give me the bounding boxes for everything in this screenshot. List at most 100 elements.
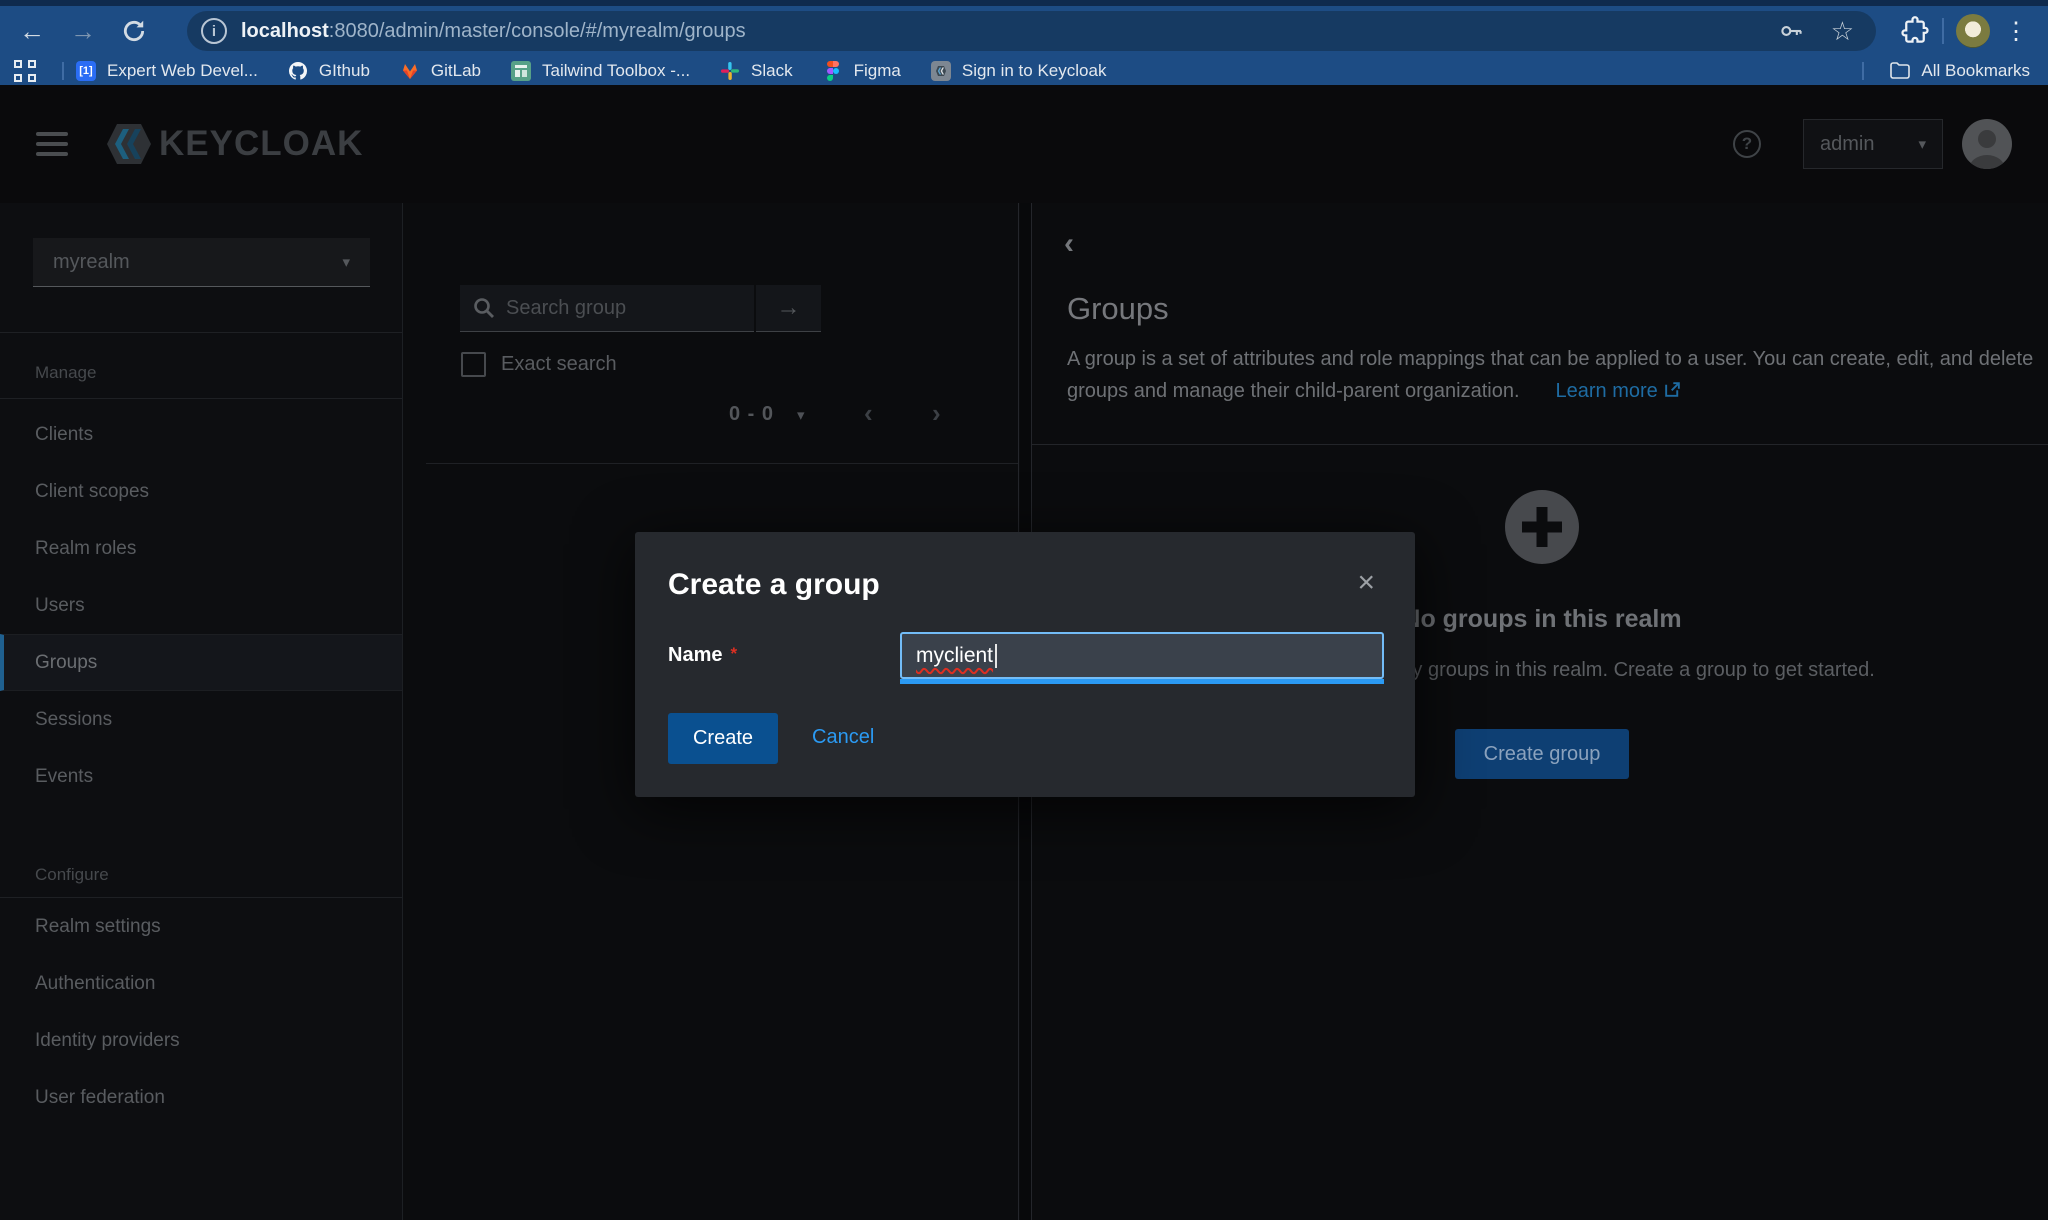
exact-search-row: Exact search	[461, 352, 617, 377]
close-icon[interactable]: ×	[1357, 568, 1375, 598]
learn-more-label: Learn more	[1556, 380, 1658, 402]
cancel-button[interactable]: Cancel	[812, 726, 874, 749]
sidebar-item-authentication[interactable]: Authentication	[0, 955, 402, 1012]
sidebar-item-client-scopes[interactable]: Client scopes	[0, 463, 402, 520]
bookmark-github[interactable]: GIthub	[288, 61, 370, 81]
bookmark-slack[interactable]: Slack	[720, 61, 793, 81]
external-link-icon	[1663, 380, 1682, 399]
screen: ← → i localhost:8080/admin/master/consol…	[0, 0, 2048, 1220]
bookmark-tailwind-toolbox[interactable]: Tailwind Toolbox -...	[511, 61, 690, 81]
masthead-right: ? admin ▾	[1733, 119, 2048, 169]
bookmark-label: Figma	[854, 61, 901, 81]
sidebar-item-events[interactable]: Events	[0, 748, 402, 805]
username: admin	[1820, 133, 1874, 156]
bookmarks-separator	[62, 62, 64, 80]
create-group-modal: Create a group × Name* myclient Create C…	[635, 532, 1415, 797]
bookmark-label: Expert Web Devel...	[107, 61, 258, 81]
chevron-down-icon: ▾	[342, 253, 350, 271]
name-field-value: myclient	[916, 644, 993, 668]
browser-chrome: ← → i localhost:8080/admin/master/consol…	[0, 0, 2048, 85]
search-input[interactable]: Search group	[460, 285, 754, 332]
exact-search-checkbox[interactable]	[461, 352, 486, 377]
groups-description: A group is a set of attributes and role …	[1067, 343, 2047, 407]
page-title: Groups	[1067, 291, 1169, 327]
site-info-icon[interactable]: i	[201, 18, 227, 44]
search-icon	[472, 296, 496, 320]
keycloak-brand: KEYCLOAK	[105, 122, 363, 166]
user-dropdown[interactable]: admin ▾	[1803, 119, 1943, 169]
extensions-icon[interactable]	[1900, 16, 1930, 46]
realm-name: myrealm	[53, 251, 130, 274]
realm-selector[interactable]: myrealm ▾	[33, 238, 370, 287]
keycloak-masthead: KEYCLOAK ? admin ▾	[0, 85, 2048, 203]
bookmark-label: Sign in to Keycloak	[962, 61, 1107, 81]
all-bookmarks-separator	[1862, 62, 1864, 80]
slack-favicon	[720, 61, 740, 81]
bookmark-gitlab[interactable]: GitLab	[400, 61, 481, 81]
sidebar-item-clients[interactable]: Clients	[0, 406, 402, 463]
bookmark-keycloak[interactable]: Sign in to Keycloak	[931, 61, 1107, 81]
bookmark-label: GitLab	[431, 61, 481, 81]
manage-nav-list: Clients Client scopes Realm roles Users …	[0, 406, 402, 805]
sidebar-item-realm-roles[interactable]: Realm roles	[0, 520, 402, 577]
bookmarks-bar: [1] Expert Web Devel... GIthub GitLab T	[0, 56, 2048, 85]
name-field[interactable]: myclient	[900, 632, 1384, 679]
sidebar-item-groups[interactable]: Groups	[0, 634, 402, 691]
expert-web-favicon: [1]	[76, 61, 96, 81]
name-label: Name*	[668, 644, 737, 667]
sidebar-item-sessions[interactable]: Sessions	[0, 691, 402, 748]
pagination-range[interactable]: 0 - 0	[729, 403, 774, 426]
folder-icon	[1890, 61, 1910, 81]
github-favicon	[288, 61, 308, 81]
back-icon[interactable]: ←	[14, 13, 50, 49]
exact-search-label: Exact search	[501, 353, 617, 376]
all-bookmarks-label: All Bookmarks	[1921, 61, 2030, 81]
chevron-down-icon: ▾	[1918, 135, 1926, 153]
url-bar[interactable]: i localhost:8080/admin/master/console/#/…	[187, 11, 1876, 51]
gitlab-favicon	[400, 61, 420, 81]
sidebar-item-users[interactable]: Users	[0, 577, 402, 634]
toolbar-separator	[1942, 18, 1944, 44]
pagination-next-icon[interactable]: ›	[932, 398, 941, 429]
sidebar-item-identity-providers[interactable]: Identity providers	[0, 1012, 402, 1069]
forward-icon[interactable]: →	[65, 13, 101, 49]
modal-title: Create a group	[668, 568, 880, 602]
help-icon[interactable]: ?	[1733, 130, 1761, 158]
reload-icon[interactable]	[116, 13, 152, 49]
configure-section-label: Configure	[35, 865, 109, 885]
search-row: Search group →	[460, 285, 821, 332]
search-submit-button[interactable]: →	[756, 285, 821, 332]
create-button[interactable]: Create	[668, 713, 778, 764]
create-group-button[interactable]: Create group	[1455, 729, 1629, 779]
password-key-icon[interactable]	[1777, 17, 1805, 45]
url-path: :8080/admin/master/console/#/myrealm/gro…	[329, 20, 746, 42]
bookmark-star-icon[interactable]: ☆	[1831, 18, 1854, 44]
groups-description-text: A group is a set of attributes and role …	[1067, 348, 2033, 402]
bookmark-label: Slack	[751, 61, 793, 81]
browser-menu-icon[interactable]: ⋮	[2004, 17, 2028, 46]
avatar[interactable]	[1962, 119, 2012, 169]
pagination-prev-icon[interactable]: ‹	[864, 398, 873, 429]
browser-profile-avatar[interactable]	[1956, 14, 1990, 48]
pagination-dropdown-icon[interactable]: ▾	[797, 406, 805, 424]
keycloak-favicon	[931, 61, 951, 81]
sidebar-item-realm-settings[interactable]: Realm settings	[0, 898, 402, 955]
sidebar-divider	[0, 398, 402, 399]
sidebar-item-user-federation[interactable]: User federation	[0, 1069, 402, 1126]
keycloak-logo-icon	[105, 122, 153, 166]
nav-toggle-hamburger-icon[interactable]	[36, 132, 68, 156]
toolbar-right: ⋮	[1900, 14, 2028, 48]
url-text[interactable]: localhost:8080/admin/master/console/#/my…	[241, 20, 746, 43]
collapse-panel-icon[interactable]: ‹	[1064, 227, 1074, 261]
bookmark-expert-web[interactable]: [1] Expert Web Devel...	[76, 61, 258, 81]
browser-toolbar: ← → i localhost:8080/admin/master/consol…	[0, 6, 2048, 56]
required-asterisk: *	[730, 644, 737, 663]
apps-grid-icon[interactable]	[14, 60, 36, 82]
sidebar: myrealm ▾ Manage Clients Client scopes R…	[0, 203, 403, 1220]
sidebar-divider	[0, 332, 402, 333]
text-cursor	[995, 644, 997, 668]
all-bookmarks[interactable]: All Bookmarks	[1890, 61, 2030, 81]
learn-more-link[interactable]: Learn more	[1556, 380, 1683, 402]
bookmark-figma[interactable]: Figma	[823, 61, 901, 81]
url-host: localhost	[241, 20, 329, 42]
